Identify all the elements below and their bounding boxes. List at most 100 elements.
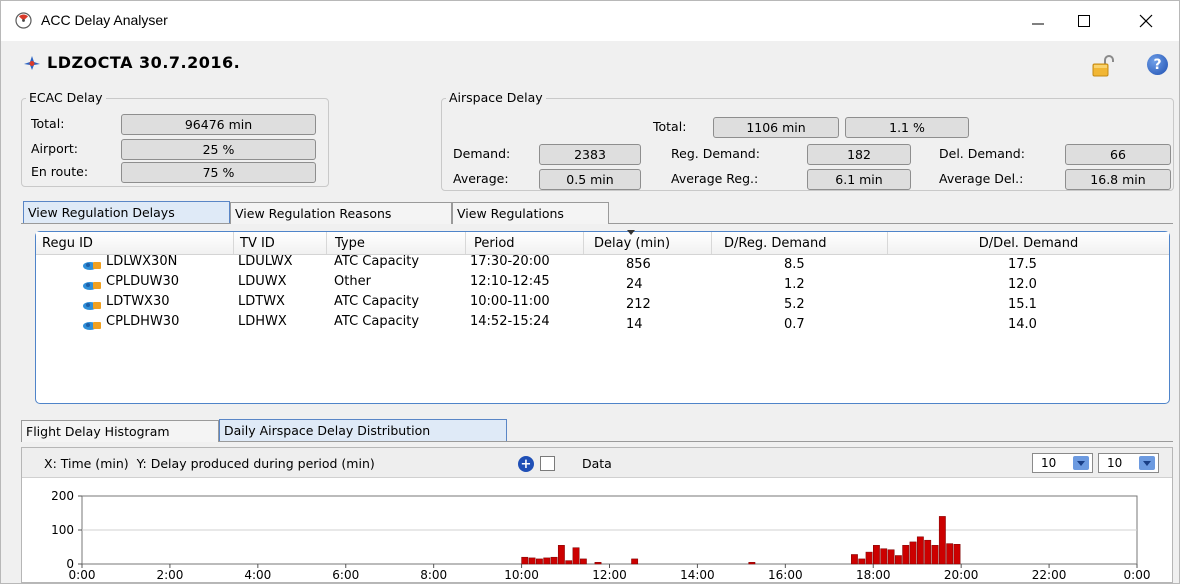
- cell-d-reg-demand: 8.5: [784, 257, 805, 272]
- average-reg-label: Average Reg.:: [671, 171, 759, 186]
- chart-toolbar: X: Time (min) Y: Delay produced during p…: [22, 448, 1172, 478]
- column-header-type[interactable]: Type: [327, 232, 466, 254]
- ecac-enroute-label: En route:: [31, 164, 89, 179]
- help-icon[interactable]: ?: [1147, 54, 1168, 75]
- x-bin-spinner[interactable]: 10: [1032, 453, 1093, 473]
- histogram-bar: [631, 558, 639, 565]
- cell-d-del-demand: 17.5: [1008, 257, 1037, 272]
- cell-d-del-demand: 15.1: [1008, 297, 1037, 312]
- y-tick-label: 200: [51, 489, 74, 503]
- tab-view-regulations[interactable]: View Regulations: [452, 202, 609, 224]
- histogram-bar: [579, 558, 587, 565]
- regulation-delays-table[interactable]: Regu ID TV ID Type Period Delay (min) D/…: [35, 230, 1170, 404]
- chevron-down-icon[interactable]: [1139, 456, 1155, 470]
- histogram-bar: [851, 554, 858, 565]
- ecac-airport-value: 25 %: [121, 139, 316, 160]
- cell-regu-id: LDTWX30: [106, 294, 170, 309]
- x-tick-label: 16:00: [768, 568, 803, 582]
- cell-regu-id: CPLDHW30: [106, 314, 180, 329]
- regulation-icon: [83, 262, 101, 270]
- ecac-delay-title: ECAC Delay: [26, 90, 106, 105]
- title-bar[interactable]: ACC Delay Analyser: [1, 1, 1179, 41]
- x-tick-label: 0:00: [1124, 568, 1151, 582]
- reg-demand-value: 182: [807, 144, 911, 165]
- cell-d-reg-demand: 5.2: [784, 297, 805, 312]
- regulation-icon: [83, 322, 101, 330]
- histogram-bar: [931, 545, 939, 565]
- average-label: Average:: [453, 171, 509, 186]
- histogram-bar: [946, 543, 954, 565]
- airspace-total-label: Total:: [653, 119, 687, 134]
- histogram-bar: [909, 541, 917, 565]
- close-button[interactable]: [1123, 1, 1169, 41]
- cell-type: Other: [334, 274, 371, 289]
- cell-type: ATC Capacity: [334, 314, 420, 329]
- cell-type: ATC Capacity: [334, 254, 420, 269]
- tab-view-regulation-reasons[interactable]: View Regulation Reasons: [230, 202, 452, 224]
- histogram-bar: [594, 562, 602, 565]
- cell-d-del-demand: 12.0: [1008, 277, 1037, 292]
- cell-d-del-demand: 14.0: [1008, 317, 1037, 332]
- table-row[interactable]: LDLWX30N LDULWX ATC Capacity 17:30-20:00 856…: [36, 254, 1169, 274]
- column-header-period[interactable]: Period: [466, 232, 584, 254]
- column-header-d-del-demand[interactable]: D/Del. Demand: [888, 232, 1169, 254]
- cell-delay: 14: [626, 317, 643, 332]
- maximize-button[interactable]: [1061, 1, 1107, 41]
- table-row[interactable]: LDTWX30 LDTWX ATC Capacity 10:00-11:00 212 5.…: [36, 294, 1169, 314]
- app-logo-icon: [15, 12, 32, 29]
- average-reg-value: 6.1 min: [807, 169, 911, 190]
- x-tick-label: 2:00: [156, 568, 183, 582]
- airspace-delay-title: Airspace Delay: [446, 90, 546, 105]
- tab-flight-delay-histogram[interactable]: Flight Delay Histogram: [21, 420, 219, 442]
- delay-distribution-panel: X: Time (min) Y: Delay produced during p…: [21, 447, 1173, 583]
- table-row[interactable]: CPLDHW30 LDHWX ATC Capacity 14:52-15:24 14 0.…: [36, 314, 1169, 334]
- demand-value: 2383: [539, 144, 641, 165]
- x-tick-label: 20:00: [944, 568, 979, 582]
- histogram-bar: [880, 548, 888, 565]
- y-bin-spinner[interactable]: 10: [1098, 453, 1159, 473]
- sort-descending-icon: [627, 230, 635, 235]
- histogram-bar: [572, 547, 580, 565]
- x-tick-label: 18:00: [856, 568, 891, 582]
- airspace-icon: [24, 56, 40, 70]
- ecac-enroute-value: 75 %: [121, 162, 316, 183]
- tab-view-regulation-delays[interactable]: View Regulation Delays: [23, 201, 230, 223]
- cell-regu-id: LDLWX30N: [106, 254, 178, 269]
- histogram-bar: [528, 557, 536, 565]
- airspace-total-value: 1106 min: [713, 117, 839, 138]
- tab-daily-airspace-delay-distribution[interactable]: Daily Airspace Delay Distribution: [219, 419, 507, 441]
- minimize-icon: [1032, 23, 1044, 25]
- page-title: LDZOCTA 30.7.2016.: [47, 53, 241, 72]
- cell-period: 10:00-11:00: [470, 294, 550, 309]
- close-icon: [1139, 14, 1153, 28]
- column-header-regu-id[interactable]: Regu ID: [36, 232, 234, 254]
- histogram-bar: [865, 551, 873, 565]
- cell-tv-id: LDUWX: [238, 274, 287, 289]
- histogram-bar: [858, 558, 866, 565]
- data-checkbox-label: Data: [582, 456, 612, 471]
- histogram-bar: [938, 516, 946, 565]
- average-value: 0.5 min: [539, 169, 641, 190]
- x-tick-label: 12:00: [592, 568, 627, 582]
- cell-delay: 24: [626, 277, 643, 292]
- del-demand-value: 66: [1065, 144, 1171, 165]
- axes-description: X: Time (min) Y: Delay produced during p…: [44, 456, 375, 471]
- column-header-d-reg-demand[interactable]: D/Reg. Demand: [712, 232, 888, 254]
- app-window: ACC Delay Analyser LDZOCTA 30.7.2016. ? …: [0, 0, 1180, 584]
- cell-regu-id: CPLDUW30: [106, 274, 180, 289]
- data-checkbox[interactable]: [540, 456, 555, 471]
- add-plus-icon[interactable]: +: [518, 456, 534, 472]
- cell-period: 14:52-15:24: [470, 314, 550, 329]
- ecac-total-label: Total:: [31, 116, 65, 131]
- chevron-down-icon[interactable]: [1073, 456, 1089, 470]
- histogram-bar: [902, 545, 910, 565]
- cell-d-reg-demand: 1.2: [784, 277, 805, 292]
- column-header-tv-id[interactable]: TV ID: [234, 232, 327, 254]
- column-header-delay[interactable]: Delay (min): [584, 232, 712, 254]
- table-row[interactable]: CPLDUW30 LDUWX Other 12:10-12:45 24 1.2 12.0: [36, 274, 1169, 294]
- minimize-button[interactable]: [1015, 1, 1061, 41]
- average-del-value: 16.8 min: [1065, 169, 1171, 190]
- delay-distribution-chart: 01002000:00 2:00 4:00 6:00 8:00 10:00 12:00 14:…: [51, 489, 1151, 582]
- unlock-icon[interactable]: [1092, 55, 1116, 77]
- histogram-bar: [748, 562, 756, 565]
